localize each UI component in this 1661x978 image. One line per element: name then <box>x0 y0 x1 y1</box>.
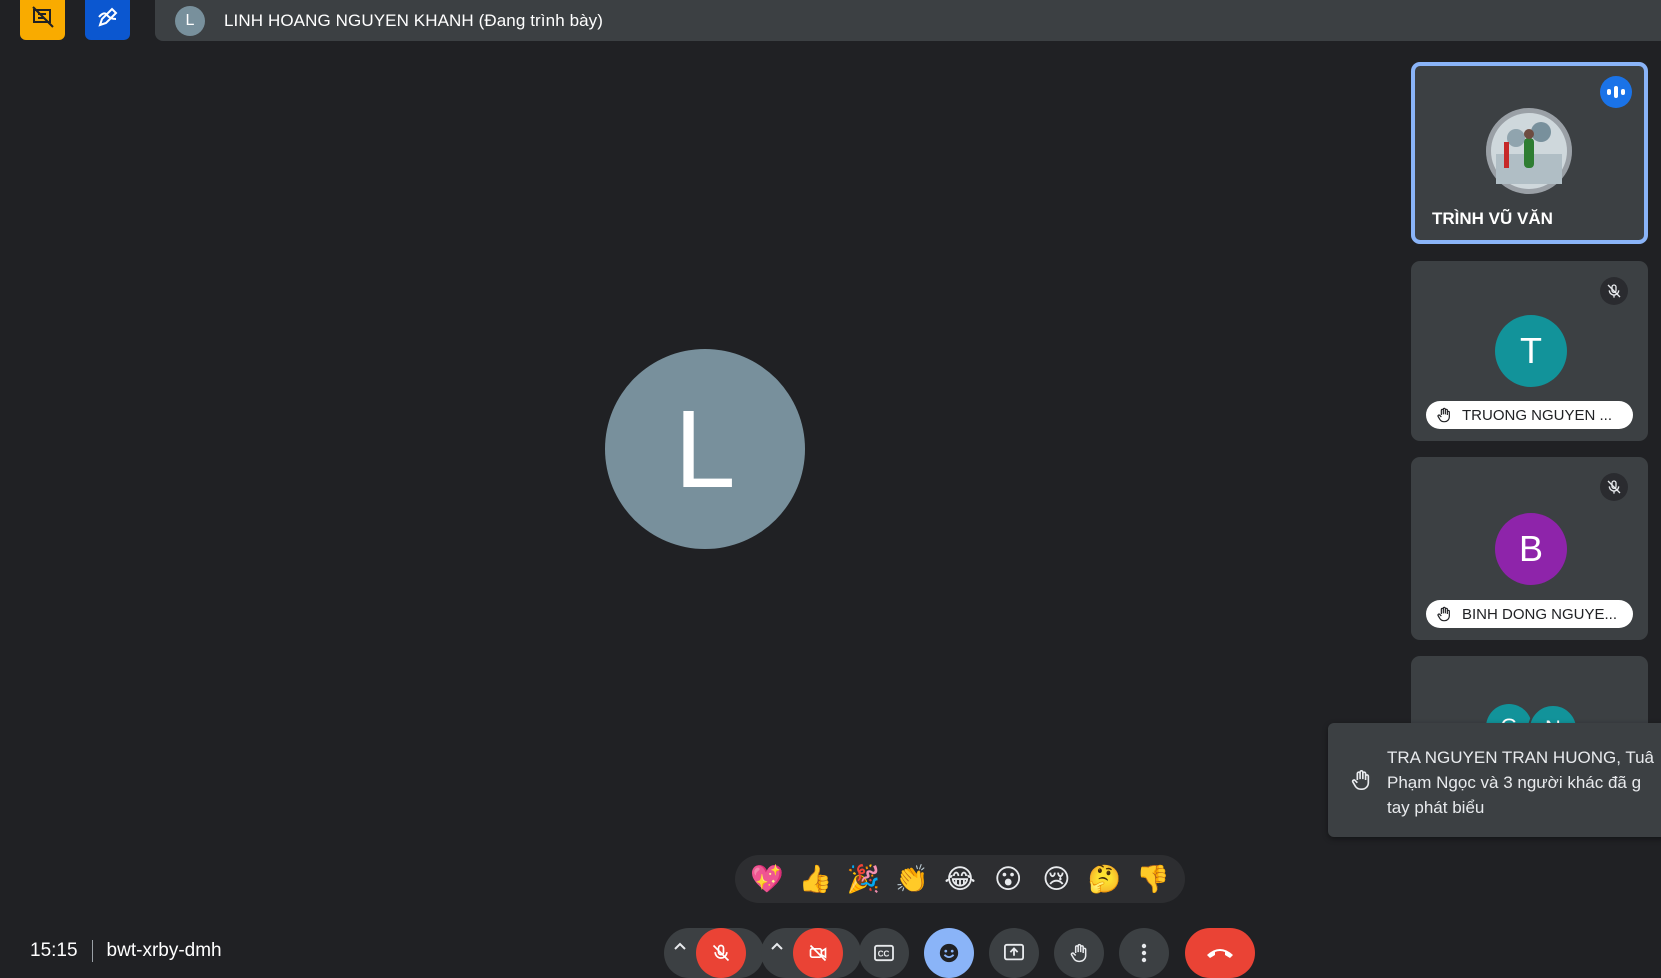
participant-tile[interactable]: TRÌNH VŨ VĂN <box>1411 62 1648 244</box>
hand-icon <box>1070 943 1087 963</box>
emoji-icon <box>939 943 959 963</box>
avatar: T <box>1495 315 1567 387</box>
avatar <box>1486 108 1572 194</box>
pen-icon <box>97 7 117 27</box>
mic-off-icon <box>712 944 730 962</box>
notification-line: Phạm Ngọc và 3 người khác đã g <box>1387 773 1642 792</box>
participant-name: TRUONG NGUYEN ... <box>1462 406 1613 424</box>
participant-name: BINH DONG NGUYE... <box>1462 605 1618 623</box>
mic-toggle-button[interactable] <box>696 928 746 978</box>
mic-off-icon <box>1600 277 1628 305</box>
reactions-bar: 💖 👍 🎉 👏 😂 😮 😢 🤔 👎 <box>735 855 1185 903</box>
hang-up-icon <box>1207 949 1233 958</box>
present-screen-button[interactable] <box>989 928 1039 978</box>
reaction-thinking[interactable]: 🤔 <box>1085 859 1125 899</box>
reaction-heart[interactable]: 💖 <box>747 859 787 899</box>
meeting-info: 15:15 bwt-xrby-dmh <box>30 940 222 962</box>
annotate-button[interactable] <box>85 0 130 40</box>
camera-toggle-button[interactable] <box>793 928 843 978</box>
hand-raised-badge: BINH DONG NGUYE... <box>1426 600 1633 628</box>
speaking-indicator-icon <box>1600 76 1632 108</box>
reaction-laugh[interactable]: 😂 <box>940 859 980 899</box>
mic-off-icon <box>1600 473 1628 501</box>
captions-button[interactable]: CC <box>859 928 909 978</box>
notification-text: TRA NGUYEN TRAN HUONG, Tuâ Phạm Ngọc và … <box>1387 745 1657 820</box>
leave-call-button[interactable] <box>1185 928 1255 978</box>
participant-tile[interactable]: B BINH DONG NGUYE... <box>1411 457 1648 640</box>
avatar: B <box>1495 513 1567 585</box>
hand-icon <box>1351 770 1370 790</box>
chevron-up-icon[interactable] <box>769 938 785 959</box>
reaction-party[interactable]: 🎉 <box>844 859 884 899</box>
svg-text:CC: CC <box>878 950 890 959</box>
raise-hand-button[interactable] <box>1054 928 1104 978</box>
reaction-sad[interactable]: 😢 <box>1036 859 1076 899</box>
divider <box>91 940 93 962</box>
notification-line: TRA NGUYEN TRAN HUONG, Tuâ <box>1387 748 1655 767</box>
reaction-surprised[interactable]: 😮 <box>988 859 1028 899</box>
present-icon <box>1004 943 1024 961</box>
hand-raised-badge: TRUONG NGUYEN ... <box>1426 401 1633 429</box>
chevron-up-icon[interactable] <box>672 938 688 959</box>
presenter-banner: L LINH HOANG NGUYEN KHANH (Đang trình bà… <box>155 0 1661 41</box>
reaction-thumbs-down[interactable]: 👎 <box>1133 859 1173 899</box>
present-off-button[interactable] <box>20 0 65 40</box>
no-screen-icon <box>31 6 54 28</box>
more-vert-icon <box>1141 943 1147 963</box>
presenter-label: LINH HOANG NGUYEN KHANH (Đang trình bày) <box>224 10 604 30</box>
participant-tile[interactable]: T TRUONG NGUYEN ... <box>1411 261 1648 441</box>
presenter-avatar: L <box>175 5 205 36</box>
notification-line: tay phát biểu <box>1387 798 1485 817</box>
closed-captions-icon: CC <box>874 944 894 962</box>
raised-hands-notification[interactable]: TRA NGUYEN TRAN HUONG, Tuâ Phạm Ngọc và … <box>1328 723 1661 837</box>
main-participant-avatar: L <box>605 349 805 549</box>
reaction-clap[interactable]: 👏 <box>892 859 932 899</box>
reaction-thumbs-up[interactable]: 👍 <box>795 859 835 899</box>
meeting-code: bwt-xrby-dmh <box>106 940 222 961</box>
more-options-button[interactable] <box>1119 928 1169 978</box>
participant-name: TRÌNH VŨ VĂN <box>1432 209 1553 228</box>
profile-photo-icon <box>1486 108 1572 194</box>
hand-icon <box>1437 407 1450 423</box>
hand-icon <box>1437 606 1450 622</box>
clock-time: 15:15 <box>30 940 78 961</box>
reactions-button[interactable] <box>924 928 974 978</box>
camera-off-icon <box>809 944 827 962</box>
